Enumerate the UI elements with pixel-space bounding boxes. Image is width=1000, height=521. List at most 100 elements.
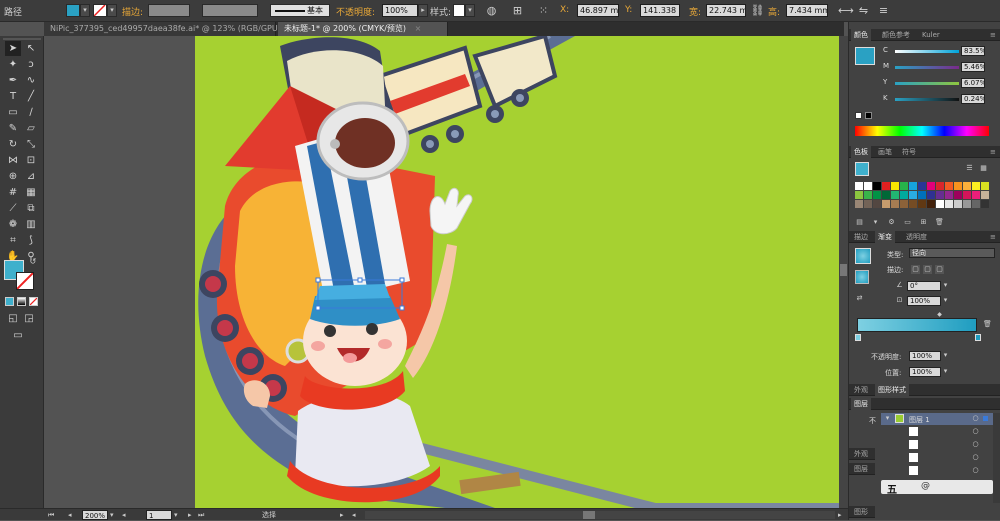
swatch-grid[interactable] (855, 182, 995, 210)
document-tab-active[interactable]: 未标题-1* @ 200% (CMYK/预览) × (278, 22, 448, 36)
channel-y-field[interactable]: 6.07% (961, 78, 985, 88)
tab-graphics-collapsed[interactable]: 图形 (851, 506, 871, 518)
gradient-angle-field[interactable]: 0° (907, 281, 941, 291)
target-icon[interactable]: ○ (971, 466, 980, 475)
tab-brushes[interactable]: 画笔 (875, 146, 895, 158)
transform-icon[interactable]: ⟷ (838, 3, 854, 18)
channel-c-slider[interactable] (895, 50, 959, 53)
zoom-field[interactable]: 200% (82, 510, 108, 520)
width-tool-icon[interactable]: ⋈ (5, 153, 21, 168)
artboard-prev-icon[interactable]: ◂ (68, 510, 72, 520)
gradient-stop-right[interactable] (975, 334, 981, 341)
artboard-canvas[interactable] (195, 36, 839, 508)
style-dropdown[interactable]: ▾ (465, 4, 475, 17)
stop-location-field[interactable]: 100% (909, 367, 941, 377)
gradient-tool-icon[interactable]: ▦ (23, 185, 39, 200)
pencil-tool-icon[interactable]: ✎ (5, 121, 21, 136)
gradient-stop-left[interactable] (855, 334, 861, 341)
variable-width-profile[interactable] (202, 4, 258, 17)
gradient-slider[interactable] (857, 318, 977, 332)
stop-opacity-field[interactable]: 100% (909, 351, 941, 361)
opacity-dropdown-icon[interactable]: ▾ (941, 351, 950, 360)
target-icon[interactable]: ○ (971, 427, 980, 436)
black-color-icon[interactable] (865, 112, 872, 119)
new-swatch-icon[interactable]: ⊞ (919, 218, 928, 227)
zoom-dropdown-icon[interactable]: ▾ (110, 510, 114, 520)
height-field[interactable]: 7.434 mm (786, 4, 828, 17)
tab-gradient[interactable]: 渐变 (875, 231, 895, 243)
target-icon[interactable]: ○ (971, 440, 980, 449)
stroke-color-swatch[interactable] (93, 4, 107, 17)
x-field[interactable]: 46.897 mm (577, 4, 619, 17)
pasteboard[interactable] (44, 36, 195, 508)
tab-appearance[interactable]: 外观 (851, 384, 871, 396)
angle-dropdown-icon[interactable]: ▾ (941, 281, 950, 290)
panel-menu-icon[interactable]: ≡ (987, 29, 999, 41)
tab-swatches[interactable]: 色板 (851, 146, 871, 158)
blend-tool-icon[interactable]: ⧉ (23, 201, 39, 216)
graphic-style-swatch[interactable] (453, 4, 465, 17)
line-tool-icon[interactable]: ╱ (23, 89, 39, 104)
show-swatch-kinds-icon[interactable]: ▾ (871, 218, 880, 227)
color-spectrum-bar[interactable] (855, 126, 989, 136)
gradient-fill-icon[interactable] (855, 270, 869, 284)
slice-tool-icon[interactable]: ⟆ (23, 233, 39, 248)
aspect-dropdown-icon[interactable]: ▾ (941, 296, 950, 305)
horizontal-scrollbar[interactable] (365, 511, 835, 519)
grid-view-icon[interactable]: ▦ (979, 164, 988, 173)
tab-transparency[interactable]: 透明度 (903, 231, 930, 243)
swatch-libraries-icon[interactable]: ▤ (855, 218, 864, 227)
tab-color-guide[interactable]: 颜色参考 (879, 29, 913, 41)
brush-definition[interactable]: 基本 (270, 4, 330, 17)
document-tab[interactable]: NiPic_377395_ced49957daea38fe.ai* @ 123%… (44, 22, 315, 36)
toolbox-grip[interactable] (3, 38, 41, 40)
channel-y-slider[interactable] (895, 82, 959, 85)
stroke-label[interactable]: 描边: (122, 5, 143, 18)
artboard-tool-icon[interactable]: ⌗ (5, 233, 21, 248)
fill-dropdown[interactable]: ▾ (80, 4, 90, 17)
artboard-first-icon[interactable]: ⏮ (48, 510, 54, 520)
shape-builder-tool-icon[interactable]: ⊕ (5, 169, 21, 184)
sublayer-row[interactable]: ○ (881, 426, 993, 438)
page-next-icon[interactable]: ▸ (188, 510, 192, 520)
type-tool-icon[interactable]: T (5, 89, 21, 104)
opacity-field[interactable]: 100% (382, 4, 418, 17)
lasso-tool-icon[interactable]: ↄ (23, 57, 39, 72)
magic-wand-tool-icon[interactable]: ✦ (5, 57, 21, 72)
swatches-fill-swatch[interactable] (855, 162, 869, 176)
opacity-arrow[interactable]: ▸ (418, 4, 428, 17)
swap-colors-icon[interactable]: ↺ (28, 257, 38, 267)
scroll-right-icon[interactable]: ▸ (838, 510, 842, 520)
opacity-label[interactable]: 不透明度: (336, 5, 375, 18)
selection-indicator[interactable] (983, 416, 988, 421)
tab-color[interactable]: 颜色 (851, 29, 871, 41)
layers-scrollbar[interactable] (993, 413, 1000, 503)
color-mode-icon[interactable] (5, 297, 14, 306)
stroke-within-icon[interactable]: ▢ (911, 265, 920, 274)
align-icon[interactable]: ⊞ (510, 3, 525, 18)
link-icon[interactable]: ⛓ (750, 3, 765, 18)
scrollbar-thumb[interactable] (840, 264, 847, 276)
channel-k-slider[interactable] (895, 98, 959, 101)
target-icon[interactable]: ○ (971, 453, 980, 462)
vertical-scrollbar[interactable] (839, 36, 848, 508)
eyedropper-tool-icon[interactable]: ⟋ (5, 201, 21, 216)
channel-k-field[interactable]: 0.24% (961, 94, 985, 104)
close-tab-icon[interactable]: × (415, 24, 422, 33)
status-menu-icon[interactable]: ▸ (340, 510, 344, 520)
reference-point-icon[interactable]: ⁙ (536, 3, 551, 18)
mesh-tool-icon[interactable]: # (5, 185, 21, 200)
page-dropdown-icon[interactable]: ▾ (174, 510, 178, 520)
stroke-along-icon[interactable]: ▢ (923, 265, 932, 274)
channel-m-slider[interactable] (895, 66, 959, 69)
new-color-group-icon[interactable]: ▭ (903, 218, 912, 227)
stroke-across-icon[interactable]: ▢ (935, 265, 944, 274)
tab-kuler[interactable]: Kuler (919, 29, 943, 41)
symbol-sprayer-tool-icon[interactable]: ❁ (5, 217, 21, 232)
color-panel-fill-swatch[interactable] (855, 47, 875, 65)
location-dropdown-icon[interactable]: ▾ (941, 367, 950, 376)
sublayer-row[interactable]: ○ (881, 452, 993, 464)
tab-layers-collapsed[interactable]: 图层 (851, 463, 871, 475)
page-field[interactable]: 1 (146, 510, 172, 520)
perspective-grid-tool-icon[interactable]: ⊿ (23, 169, 39, 184)
